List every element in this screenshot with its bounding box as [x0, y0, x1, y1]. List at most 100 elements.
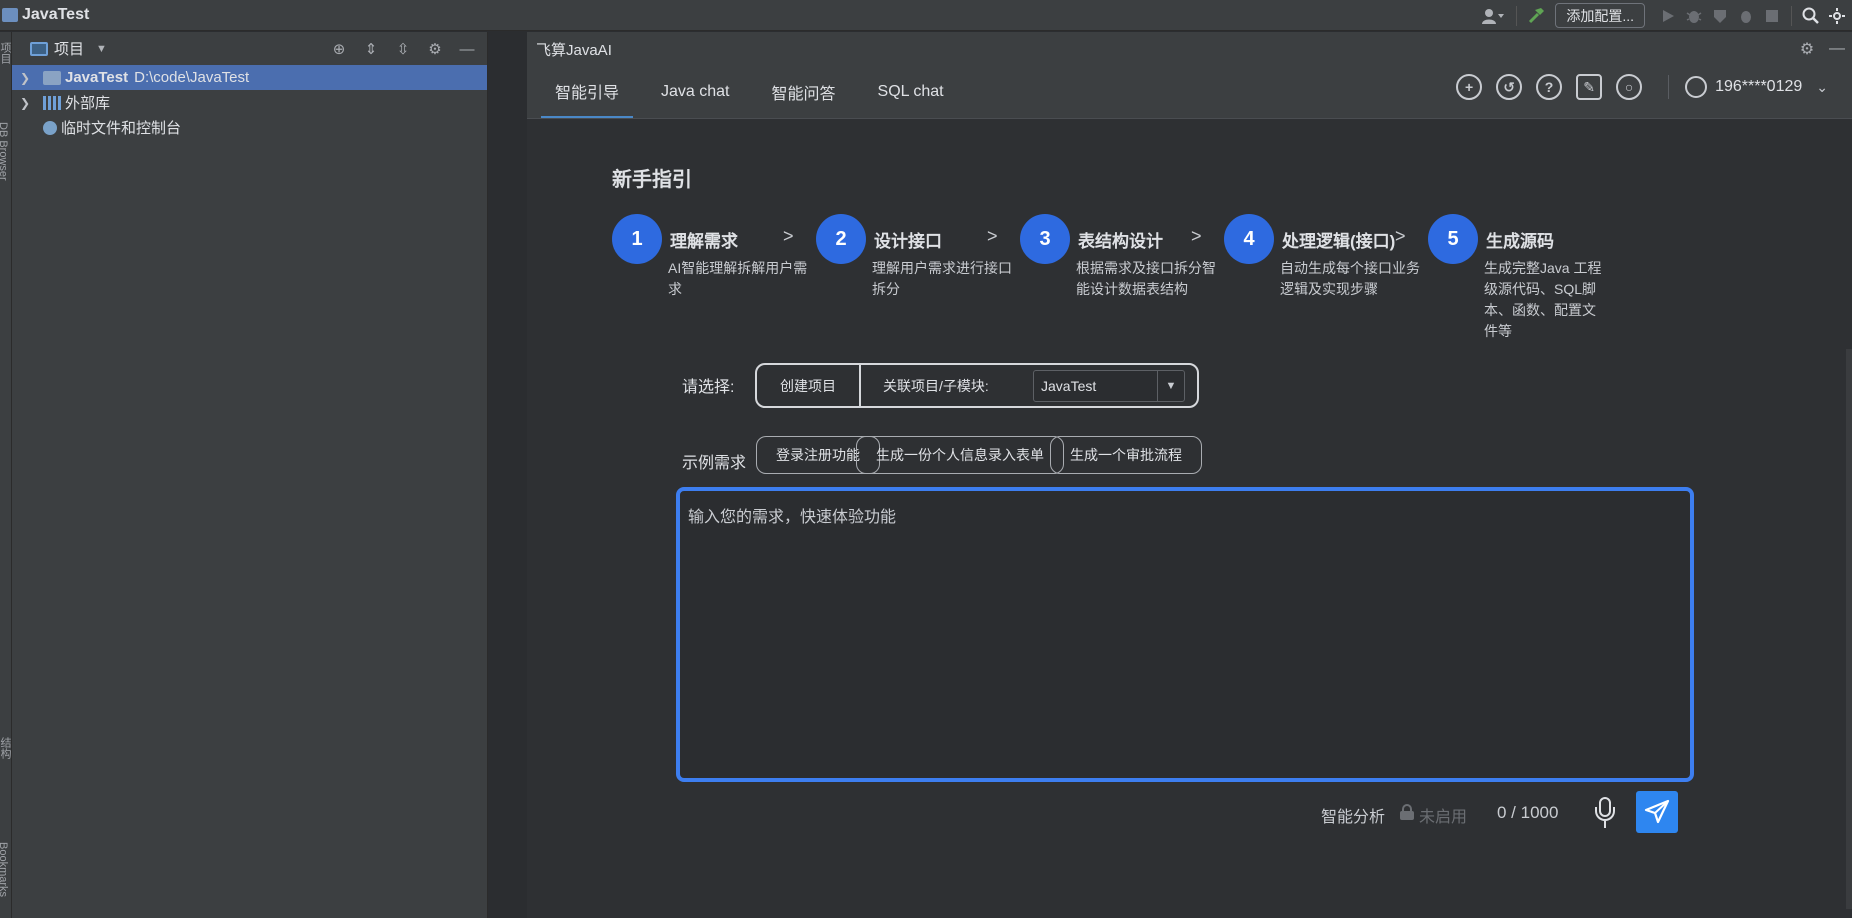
step-description: 理解用户需求进行接口拆分 — [872, 260, 1012, 297]
avatar-icon — [1685, 76, 1708, 98]
requirement-input[interactable] — [680, 491, 1690, 778]
create-project-button[interactable]: 创建项目 — [757, 365, 861, 406]
example-label: 示例需求 — [682, 455, 747, 472]
ai-header-actions: + ↺ ? ✎ ○ 196****0129 ⌄ — [1442, 74, 1828, 100]
select-label: 请选择: — [682, 379, 735, 396]
toolbar: 添加配置... — [1476, 0, 1852, 31]
help-icon[interactable]: ? — [1536, 74, 1563, 100]
step-number: 3 — [1020, 214, 1070, 264]
step-description: AI智能理解拆解用户需求 — [668, 260, 808, 297]
minimize-icon[interactable]: — — [1822, 36, 1852, 62]
gear-icon[interactable]: ⚙ — [1792, 36, 1822, 62]
project-panel-header: 项目 ▼ ⊕ ⇕ ⇳ ⚙ — — [12, 32, 487, 65]
db-browser-tool-tab[interactable]: DB Browser — [0, 122, 9, 181]
step-description: 自动生成每个接口业务逻辑及实现步骤 — [1280, 260, 1420, 297]
send-button[interactable] — [1636, 791, 1678, 833]
tree-item-javatest[interactable]: ❯ JavaTest D:\code\JavaTest — [12, 65, 487, 90]
toolbar-divider — [1791, 5, 1792, 26]
step-number: 1 — [612, 214, 662, 264]
coverage-icon[interactable] — [1707, 3, 1733, 29]
step-title: 表结构设计 — [1078, 232, 1163, 251]
project-name[interactable]: JavaTest — [22, 6, 89, 24]
step-description: 生成完整Java 工程级源代码、SQL脚本、函数、配置文件等 — [1484, 260, 1602, 339]
related-module-label: 关联项目/子模块: — [883, 377, 989, 394]
debug-icon[interactable] — [1681, 3, 1707, 29]
tree-item-path: D:\code\JavaTest — [134, 69, 250, 86]
ai-tabs: 智能引导 Java chat 智能问答 SQL chat + ↺ ? ✎ ○ 1… — [527, 66, 1852, 119]
chevron-down-icon[interactable]: ⌄ — [1816, 79, 1828, 96]
module-select[interactable]: JavaTest ▼ — [1033, 370, 1185, 402]
expand-arrow-icon[interactable]: ❯ — [20, 96, 34, 110]
step-arrow: > — [1191, 226, 1202, 246]
bookmarks-tool-tab[interactable]: Bookmarks — [0, 842, 9, 897]
title-bar: JavaTest 添加配置... — [0, 0, 1852, 31]
smart-analysis-status: 未启用 — [1419, 809, 1468, 826]
example-chip-form[interactable]: 生成一份个人信息录入表单 — [856, 436, 1064, 474]
step-number: 2 — [816, 214, 866, 264]
hammer-icon[interactable] — [1523, 3, 1549, 29]
ai-panel-header: 飞算JavaAI ⚙ — — [527, 32, 1852, 66]
example-chip-approval[interactable]: 生成一个审批流程 — [1050, 436, 1202, 474]
settings-icon[interactable] — [1824, 3, 1850, 29]
search-icon[interactable] — [1798, 3, 1824, 29]
profile-icon[interactable] — [1733, 3, 1759, 29]
user-menu[interactable]: 196****0129 ⌄ — [1685, 76, 1828, 98]
collapse-all-icon[interactable]: ⇳ — [387, 36, 419, 62]
chevron-down-icon[interactable]: ▼ — [96, 43, 107, 55]
gear-icon[interactable]: ⚙ — [419, 36, 451, 62]
library-icon — [43, 95, 61, 110]
scratches-icon — [43, 120, 57, 135]
tab-sql-chat[interactable]: SQL chat — [864, 65, 958, 118]
settings-hex-icon[interactable]: ○ — [1616, 74, 1643, 100]
editor-gap — [489, 32, 526, 918]
microphone-icon[interactable] — [1590, 795, 1620, 831]
step-number: 4 — [1224, 214, 1274, 264]
expand-all-icon[interactable]: ⇕ — [355, 36, 387, 62]
left-tool-strip: 项目 DB Browser 结构 Bookmarks — [0, 32, 12, 918]
tree-item-label: JavaTest — [65, 69, 129, 86]
toolbar-divider — [1516, 5, 1518, 26]
stop-icon[interactable] — [1759, 3, 1785, 29]
locate-icon[interactable]: ⊕ — [323, 36, 355, 62]
ai-panel-title: 飞算JavaAI — [536, 41, 612, 59]
input-footer: 智能分析 未启用 0 / 1000 — [527, 789, 1852, 837]
ai-panel: 飞算JavaAI ⚙ — 智能引导 Java chat 智能问答 SQL cha… — [527, 32, 1852, 918]
header-divider — [1668, 75, 1670, 99]
history-icon[interactable]: ↺ — [1496, 74, 1523, 100]
new-chat-icon[interactable]: + — [1456, 74, 1483, 100]
expand-arrow-icon[interactable]: ❯ — [20, 71, 34, 85]
project-select-group: 创建项目 关联项目/子模块: JavaTest ▼ — [755, 363, 1199, 408]
step-title: 设计接口 — [874, 232, 942, 251]
guide-content: 新手指引 1 理解需求 AI智能理解拆解用户需求 > 2 设计接口 理解用户需求… — [527, 119, 1852, 918]
tree-item-scratches[interactable]: 临时文件和控制台 — [12, 115, 487, 140]
tab-smart-qa[interactable]: 智能问答 — [758, 65, 850, 118]
requirement-input-box — [676, 487, 1694, 782]
tree-item-label: 外部库 — [65, 95, 111, 112]
tab-smart-guide[interactable]: 智能引导 — [541, 65, 634, 118]
edit-icon[interactable]: ✎ — [1576, 74, 1603, 100]
step-number: 5 — [1428, 214, 1478, 264]
run-icon[interactable] — [1655, 3, 1681, 29]
chevron-down-icon[interactable]: ▼ — [1157, 371, 1184, 401]
minimize-icon[interactable]: — — [451, 36, 483, 62]
tree-item-label: 临时文件和控制台 — [61, 120, 182, 137]
smart-analysis-label[interactable]: 智能分析 — [1321, 803, 1385, 827]
tree-item-external-libraries[interactable]: ❯ 外部库 — [12, 90, 487, 115]
module-select-value: JavaTest — [1041, 378, 1097, 394]
project-folder-icon — [2, 8, 18, 22]
step-description: 根据需求及接口拆分智能设计数据表结构 — [1076, 260, 1216, 297]
add-configuration-button[interactable]: 添加配置... — [1555, 3, 1645, 28]
project-panel-title[interactable]: 项目 — [54, 38, 84, 59]
project-view-icon — [30, 41, 48, 56]
step-arrow: > — [1395, 226, 1406, 246]
step-arrow: > — [783, 226, 794, 246]
send-icon — [1644, 799, 1670, 824]
step-title: 生成源码 — [1486, 232, 1554, 251]
guide-title: 新手指引 — [612, 169, 692, 191]
user-icon[interactable] — [1476, 3, 1510, 29]
lock-icon — [1400, 804, 1414, 820]
user-account: 196****0129 — [1715, 78, 1803, 95]
step-arrow: > — [987, 226, 998, 246]
module-folder-icon — [43, 70, 61, 85]
tab-java-chat[interactable]: Java chat — [647, 65, 743, 118]
